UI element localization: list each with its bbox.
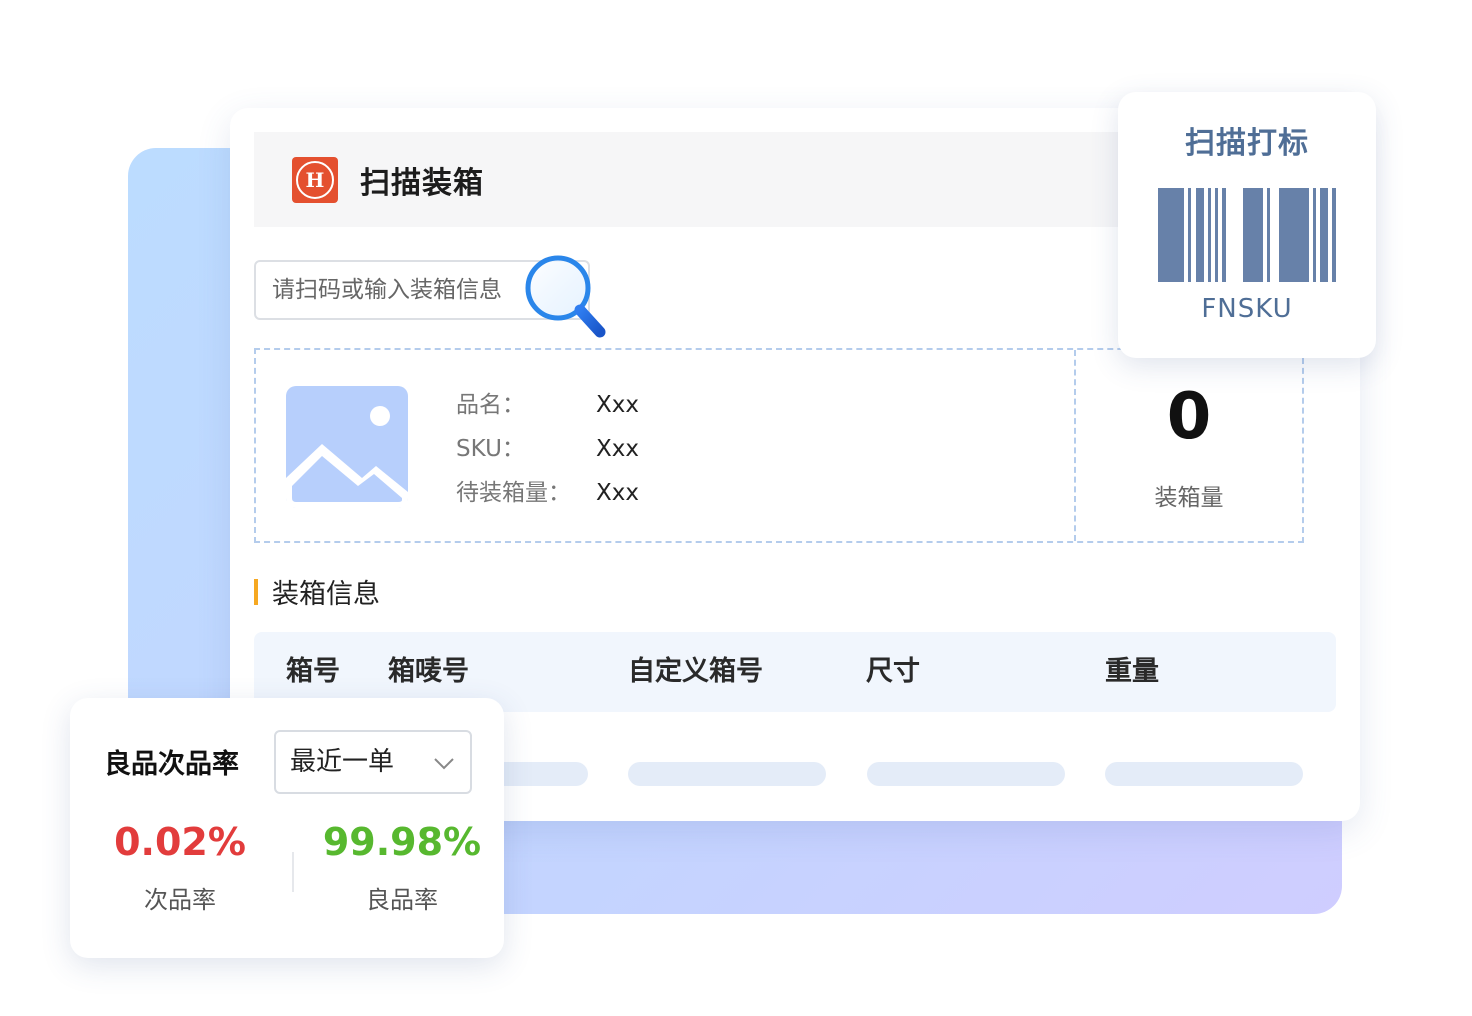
section-title: 装箱信息 xyxy=(254,572,380,611)
field-value-sku: Xxx xyxy=(596,436,639,462)
image-placeholder-icon xyxy=(286,386,408,508)
field-value-pending: Xxx xyxy=(596,480,639,506)
field-label-name: 品名： xyxy=(456,392,525,418)
scan-label-card: 扫描打标 FNSKU xyxy=(1118,92,1376,358)
chevron-down-icon xyxy=(434,758,454,770)
logo-icon: H xyxy=(292,156,338,203)
packed-count-label: 装箱量 xyxy=(1154,485,1224,511)
period-select[interactable]: 最近一单 xyxy=(274,730,472,794)
barcode-icon xyxy=(1158,188,1336,282)
good-rate-block: 99.98% 良品率 xyxy=(292,820,512,915)
defect-rate-value: 0.02% xyxy=(114,820,246,864)
good-rate-value: 99.98% xyxy=(322,820,482,864)
good-rate-label: 良品率 xyxy=(366,886,438,914)
page-title: 扫描装箱 xyxy=(360,165,484,201)
defect-rate-label: 次品率 xyxy=(144,886,216,914)
stage: H 扫描装箱 请扫码或输入装箱信息 品名： SKU： 待装箱量： Xxx Xxx… xyxy=(0,0,1472,1016)
column-header-weight: 重量 xyxy=(1105,656,1159,687)
field-value-name: Xxx xyxy=(596,392,639,418)
packed-count: 0 xyxy=(1166,380,1212,454)
skeleton-cell xyxy=(867,762,1065,786)
product-field-values: Xxx Xxx Xxx xyxy=(596,388,639,520)
defect-rate-block: 0.02% 次品率 xyxy=(70,820,290,915)
skeleton-cell xyxy=(1105,762,1303,786)
quality-rate-card: 良品次品率 最近一单 0.02% 次品率 99.98% 良品率 xyxy=(70,698,504,958)
fnsku-label: FNSKU xyxy=(1201,294,1293,324)
field-label-pending: 待装箱量： xyxy=(456,480,571,506)
period-select-value: 最近一单 xyxy=(290,747,395,777)
scan-label-title: 扫描打标 xyxy=(1185,126,1309,161)
skeleton-cell xyxy=(628,762,826,786)
quality-rate-title: 良品次品率 xyxy=(104,749,239,780)
column-header-size: 尺寸 xyxy=(866,656,920,687)
magnifier-icon[interactable] xyxy=(520,252,616,344)
field-label-sku: SKU： xyxy=(456,436,525,462)
product-field-labels: 品名： SKU： 待装箱量： xyxy=(456,388,571,520)
column-header-custom-box-no: 自定义箱号 xyxy=(628,656,763,687)
product-info-box: 品名： SKU： 待装箱量： Xxx Xxx Xxx 0 装箱量 xyxy=(254,348,1304,543)
